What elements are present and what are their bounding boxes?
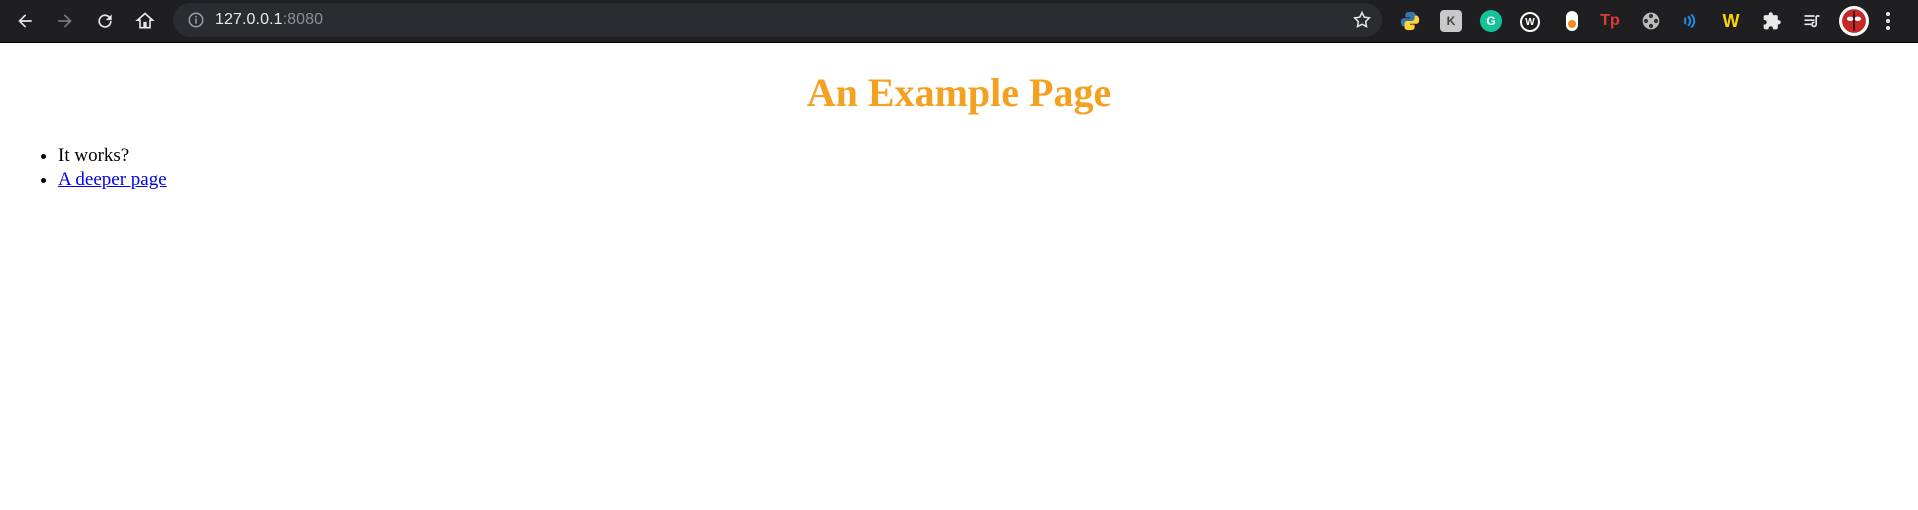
deeper-page-link[interactable]: A deeper page (58, 169, 167, 190)
w-colorful-icon[interactable]: W (1720, 10, 1742, 32)
reload-icon (98, 14, 112, 28)
menu-dots-icon[interactable] (1880, 10, 1896, 32)
puzzle-extensions-icon[interactable] (1761, 10, 1783, 32)
url-port: :8080 (282, 11, 324, 28)
python-icon[interactable] (1399, 10, 1421, 32)
site-info-icon[interactable] (187, 11, 205, 29)
film-reel-icon[interactable] (1640, 10, 1662, 32)
list-item-deeper-page: A deeper page (58, 168, 167, 192)
list-item-text: It works? (58, 145, 130, 166)
item-list: It works? A deeper page (18, 144, 167, 192)
home-icon (135, 12, 155, 29)
profile-avatar[interactable] (1839, 6, 1869, 36)
home-button[interactable] (130, 6, 160, 36)
back-icon (18, 14, 32, 28)
browser-toolbar: 127.0.0.1:8080 K G W Tp W (0, 0, 1918, 43)
page-content: An Example Page It works? A deeper page (0, 43, 1918, 510)
list-item-it-works: It works? (58, 144, 167, 168)
url-text[interactable]: 127.0.0.1:8080 (215, 11, 323, 29)
reload-button[interactable] (90, 6, 120, 36)
keyboard-extension-icon[interactable]: K (1440, 10, 1462, 32)
forward-button[interactable] (50, 6, 80, 36)
tp-extension-icon[interactable]: Tp (1599, 10, 1621, 32)
reading-list-icon[interactable] (1801, 10, 1823, 32)
page-title: An Example Page (806, 70, 1112, 115)
toggle-extension-icon[interactable] (1561, 10, 1583, 32)
address-bar[interactable]: 127.0.0.1:8080 (173, 3, 1382, 37)
grammarly-icon[interactable]: G (1480, 10, 1502, 32)
url-host: 127.0.0.1 (215, 11, 283, 28)
audio-waves-icon[interactable] (1680, 10, 1702, 32)
w-extension-icon[interactable]: W (1520, 12, 1540, 32)
forward-icon (58, 14, 72, 28)
back-button[interactable] (10, 6, 40, 36)
bookmark-star-icon[interactable] (1352, 10, 1372, 30)
